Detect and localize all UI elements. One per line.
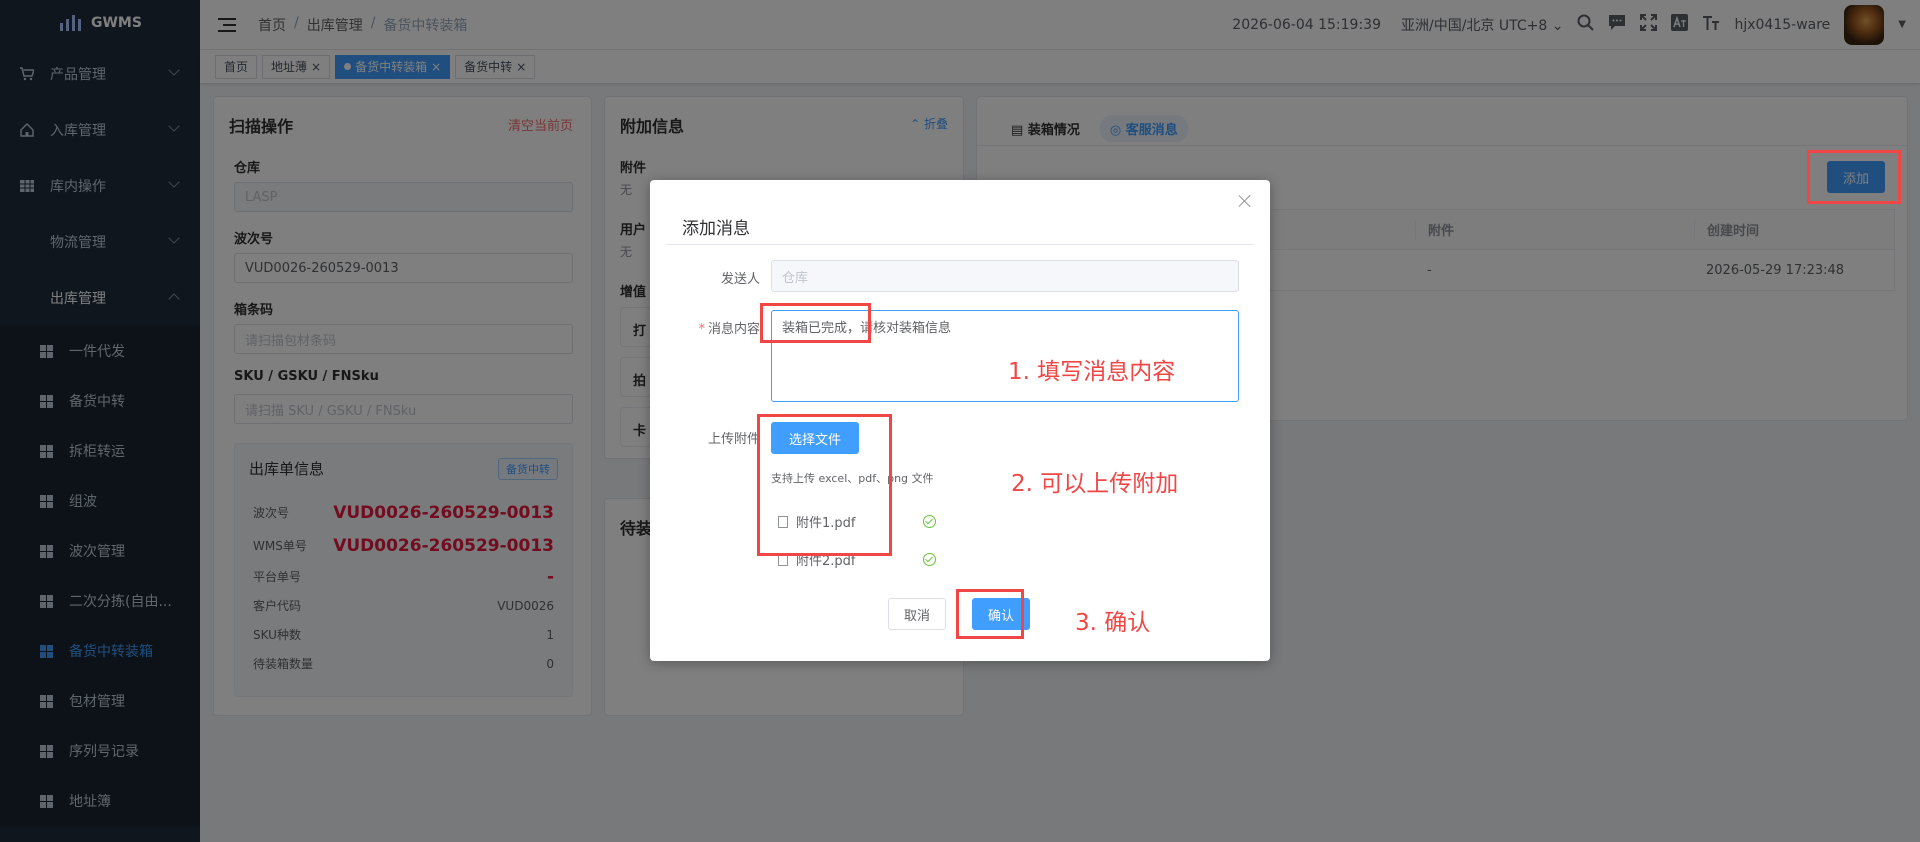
dialog-divider [666,244,1254,245]
content-label: * 消息内容 [680,318,760,337]
check-circle-icon [923,553,936,566]
content-label-text: 消息内容 [707,322,760,337]
annotation-step1: 1. 填写消息内容 [1008,359,1176,385]
annotation-box-upload [757,414,892,556]
add-message-dialog: 添加消息 发送人 仓库 * 消息内容 装箱已完成，请核对装箱信息 上传附件 选择文… [650,180,1270,661]
sender-label: 发送人 [720,272,760,287]
sender-field: 仓库 [771,260,1239,292]
check-circle-icon [923,515,936,528]
annotation-box-confirm [956,589,1024,639]
close-icon[interactable] [1238,194,1252,208]
cancel-button[interactable]: 取消 [888,598,946,630]
annotation-box-content [760,303,871,343]
annotation-step3: 3. 确认 [1075,610,1151,636]
required-icon: * [698,322,705,337]
annotation-step2: 2. 可以上传附加 [1011,471,1179,497]
dialog-title: 添加消息 [682,219,750,239]
annotation-box-add [1807,150,1901,204]
upload-label: 上传附件 [707,432,760,447]
